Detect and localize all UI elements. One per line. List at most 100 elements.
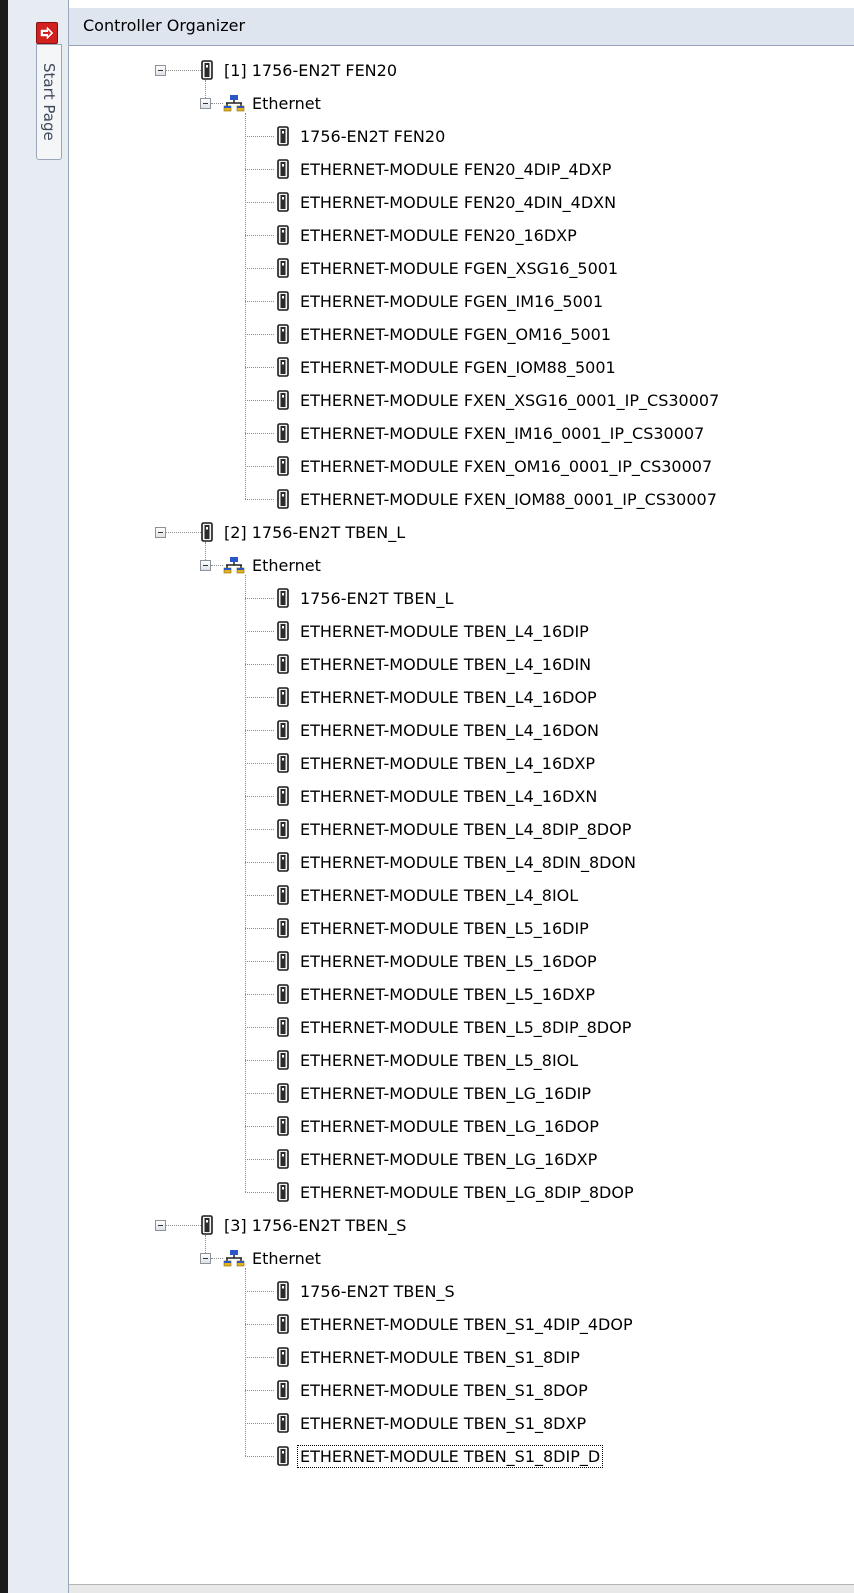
collapse-icon[interactable] bbox=[155, 1220, 166, 1231]
collapse-icon[interactable] bbox=[200, 1253, 211, 1264]
collapse-icon[interactable] bbox=[200, 560, 211, 571]
tree-connector-line bbox=[245, 202, 274, 203]
tree-device-node[interactable]: ETHERNET-MODULE TBEN_L4_16DOP bbox=[277, 681, 599, 713]
collapse-icon[interactable] bbox=[155, 527, 166, 538]
tree-device-node-label: ETHERNET-MODULE TBEN_S1_8DIP_D bbox=[296, 1444, 604, 1468]
tree-device-node-label: ETHERNET-MODULE FGEN_OM16_5001 bbox=[300, 324, 611, 344]
ethernet-network-icon bbox=[223, 95, 245, 112]
side-tab-strip: Start Page bbox=[8, 0, 69, 1593]
tree-connector-line bbox=[245, 730, 274, 731]
tree-device-node[interactable]: ETHERNET-MODULE TBEN_L5_16DOP bbox=[277, 945, 599, 977]
start-page-tab-label: Start Page bbox=[40, 63, 58, 141]
tree-network-node[interactable]: Ethernet bbox=[223, 1242, 323, 1274]
tree-device-node-label: 1756-EN2T TBEN_S bbox=[300, 1281, 455, 1301]
module-icon bbox=[277, 225, 289, 245]
tree-device-node-label: ETHERNET-MODULE TBEN_L4_16DXP bbox=[300, 753, 596, 773]
tree-module-node[interactable]: [2] 1756-EN2T TBEN_L bbox=[201, 516, 407, 548]
tree-device-node[interactable]: ETHERNET-MODULE FEN20_16DXP bbox=[277, 219, 579, 251]
tree-device-node[interactable]: ETHERNET-MODULE TBEN_L4_16DXP bbox=[277, 747, 597, 779]
module-icon bbox=[277, 1083, 289, 1103]
tree-connector-line bbox=[245, 334, 274, 335]
tree-device-node[interactable]: ETHERNET-MODULE FXEN_IM16_0001_IP_CS3000… bbox=[277, 417, 706, 449]
tree-device-node[interactable]: ETHERNET-MODULE TBEN_L4_8DIN_8DON bbox=[277, 846, 638, 878]
tree-device-node-label: ETHERNET-MODULE TBEN_L5_16DOP bbox=[300, 951, 597, 971]
tree-module-node-label: [1] 1756-EN2T FEN20 bbox=[224, 60, 397, 80]
module-icon bbox=[277, 588, 289, 608]
tree-device-node[interactable]: ETHERNET-MODULE TBEN_L4_16DIN bbox=[277, 648, 593, 680]
tree-device-node[interactable]: ETHERNET-MODULE FGEN_IOM88_5001 bbox=[277, 351, 618, 383]
horizontal-scrollbar[interactable] bbox=[69, 1584, 854, 1593]
tree-device-node[interactable]: ETHERNET-MODULE TBEN_L5_16DXP bbox=[277, 978, 597, 1010]
collapse-icon[interactable] bbox=[200, 98, 211, 109]
tree-device-node[interactable]: ETHERNET-MODULE FXEN_OM16_0001_IP_CS3000… bbox=[277, 450, 714, 482]
tree-device-node-label: ETHERNET-MODULE FGEN_IOM88_5001 bbox=[300, 357, 616, 377]
tree-network-node-label: Ethernet bbox=[252, 555, 321, 575]
start-page-tab[interactable]: Start Page bbox=[36, 44, 62, 160]
tree-device-node-label: ETHERNET-MODULE FXEN_OM16_0001_IP_CS3000… bbox=[300, 456, 713, 476]
tree-device-node[interactable]: 1756-EN2T TBEN_S bbox=[277, 1275, 457, 1307]
tree-device-node[interactable]: ETHERNET-MODULE TBEN_L4_16DXN bbox=[277, 780, 599, 812]
tree-device-node[interactable]: ETHERNET-MODULE FXEN_XSG16_0001_IP_CS300… bbox=[277, 384, 721, 416]
tree-device-node[interactable]: ETHERNET-MODULE TBEN_S1_8DIP bbox=[277, 1341, 582, 1373]
tree-device-node[interactable]: ETHERNET-MODULE TBEN_S1_8DIP_D bbox=[277, 1440, 604, 1472]
tree-device-node[interactable]: ETHERNET-MODULE TBEN_S1_4DIP_4DOP bbox=[277, 1308, 635, 1340]
tree-connector-line bbox=[245, 235, 274, 236]
tree-device-node-label: ETHERNET-MODULE TBEN_LG_16DXP bbox=[300, 1149, 598, 1169]
collapse-icon[interactable] bbox=[155, 65, 166, 76]
tree-device-node-label: ETHERNET-MODULE TBEN_S1_8DIP bbox=[300, 1347, 580, 1367]
tree-connector-line bbox=[205, 542, 206, 560]
tree-connector-line bbox=[245, 961, 274, 962]
tree-module-node[interactable]: [3] 1756-EN2T TBEN_S bbox=[201, 1209, 408, 1241]
tree-device-node[interactable]: ETHERNET-MODULE TBEN_LG_8DIP_8DOP bbox=[277, 1176, 636, 1208]
tree-device-node-label: 1756-EN2T TBEN_L bbox=[300, 588, 454, 608]
tree-device-node[interactable]: ETHERNET-MODULE FEN20_4DIN_4DXN bbox=[277, 186, 618, 218]
controller-organizer-tree[interactable]: [1] 1756-EN2T FEN20 Ethernet 1756-EN2T FEN… bbox=[69, 46, 854, 1593]
tree-connector-line bbox=[245, 1126, 274, 1127]
tree-device-node-label: ETHERNET-MODULE TBEN_L4_8DIP_8DOP bbox=[300, 819, 632, 839]
tree-device-node[interactable]: ETHERNET-MODULE TBEN_L4_16DIP bbox=[277, 615, 591, 647]
module-icon bbox=[277, 819, 289, 839]
tree-connector-line bbox=[245, 499, 274, 500]
tree-device-node[interactable]: ETHERNET-MODULE TBEN_S1_8DOP bbox=[277, 1374, 590, 1406]
tree-device-node[interactable]: ETHERNET-MODULE TBEN_L4_16DON bbox=[277, 714, 601, 746]
tree-device-node[interactable]: 1756-EN2T FEN20 bbox=[277, 120, 447, 152]
tree-device-node[interactable]: 1756-EN2T TBEN_L bbox=[277, 582, 455, 614]
tree-device-node-label: ETHERNET-MODULE TBEN_LG_16DOP bbox=[300, 1116, 599, 1136]
tree-device-node-label: ETHERNET-MODULE FXEN_IM16_0001_IP_CS3000… bbox=[300, 423, 705, 443]
tree-connector-line bbox=[245, 1192, 274, 1193]
tree-device-node-label: ETHERNET-MODULE TBEN_L5_8IOL bbox=[300, 1050, 579, 1070]
module-icon bbox=[277, 1380, 289, 1400]
start-page-arrow-icon[interactable] bbox=[36, 22, 58, 44]
tree-network-node[interactable]: Ethernet bbox=[223, 87, 323, 119]
tree-device-node[interactable]: ETHERNET-MODULE TBEN_L4_8DIP_8DOP bbox=[277, 813, 633, 845]
tree-connector-line bbox=[205, 80, 206, 98]
tree-network-node[interactable]: Ethernet bbox=[223, 549, 323, 581]
tree-device-node[interactable]: ETHERNET-MODULE TBEN_L4_8IOL bbox=[277, 879, 580, 911]
tree-connector-line bbox=[245, 697, 274, 698]
tree-device-node[interactable]: ETHERNET-MODULE FGEN_IM16_5001 bbox=[277, 285, 605, 317]
tree-device-node[interactable]: ETHERNET-MODULE TBEN_L5_8DIP_8DOP bbox=[277, 1011, 633, 1043]
tree-connector-line bbox=[245, 433, 274, 434]
tree-connector-line bbox=[245, 136, 274, 137]
tree-connector-line bbox=[245, 1060, 274, 1061]
tree-device-node[interactable]: ETHERNET-MODULE TBEN_LG_16DIP bbox=[277, 1077, 593, 1109]
tree-device-node-label: ETHERNET-MODULE TBEN_L4_16DOP bbox=[300, 687, 597, 707]
tree-device-node-label: ETHERNET-MODULE FGEN_XSG16_5001 bbox=[300, 258, 619, 278]
tree-device-node[interactable]: ETHERNET-MODULE FGEN_XSG16_5001 bbox=[277, 252, 620, 284]
tree-connector-line bbox=[245, 1423, 274, 1424]
tree-device-node-label: ETHERNET-MODULE TBEN_L4_8DIN_8DON bbox=[300, 852, 637, 872]
tree-device-node[interactable]: ETHERNET-MODULE FGEN_OM16_5001 bbox=[277, 318, 613, 350]
module-icon bbox=[277, 1281, 289, 1301]
tree-device-node[interactable]: ETHERNET-MODULE TBEN_L5_16DIP bbox=[277, 912, 591, 944]
tree-device-node[interactable]: ETHERNET-MODULE FXEN_IOM88_0001_IP_CS300… bbox=[277, 483, 719, 515]
tree-device-node[interactable]: ETHERNET-MODULE TBEN_L5_8IOL bbox=[277, 1044, 580, 1076]
tree-device-node[interactable]: ETHERNET-MODULE TBEN_LG_16DXP bbox=[277, 1143, 599, 1175]
tree-device-node[interactable]: ETHERNET-MODULE FEN20_4DIP_4DXP bbox=[277, 153, 613, 185]
tree-device-node-label: ETHERNET-MODULE FXEN_IOM88_0001_IP_CS300… bbox=[300, 489, 717, 509]
tree-module-node[interactable]: [1] 1756-EN2T FEN20 bbox=[201, 54, 399, 86]
tree-connector-line bbox=[245, 895, 274, 896]
tree-connector-line bbox=[245, 1093, 274, 1094]
tree-device-node[interactable]: ETHERNET-MODULE TBEN_LG_16DOP bbox=[277, 1110, 601, 1142]
tree-device-node-label: ETHERNET-MODULE TBEN_L4_8IOL bbox=[300, 885, 579, 905]
tree-device-node[interactable]: ETHERNET-MODULE TBEN_S1_8DXP bbox=[277, 1407, 588, 1439]
